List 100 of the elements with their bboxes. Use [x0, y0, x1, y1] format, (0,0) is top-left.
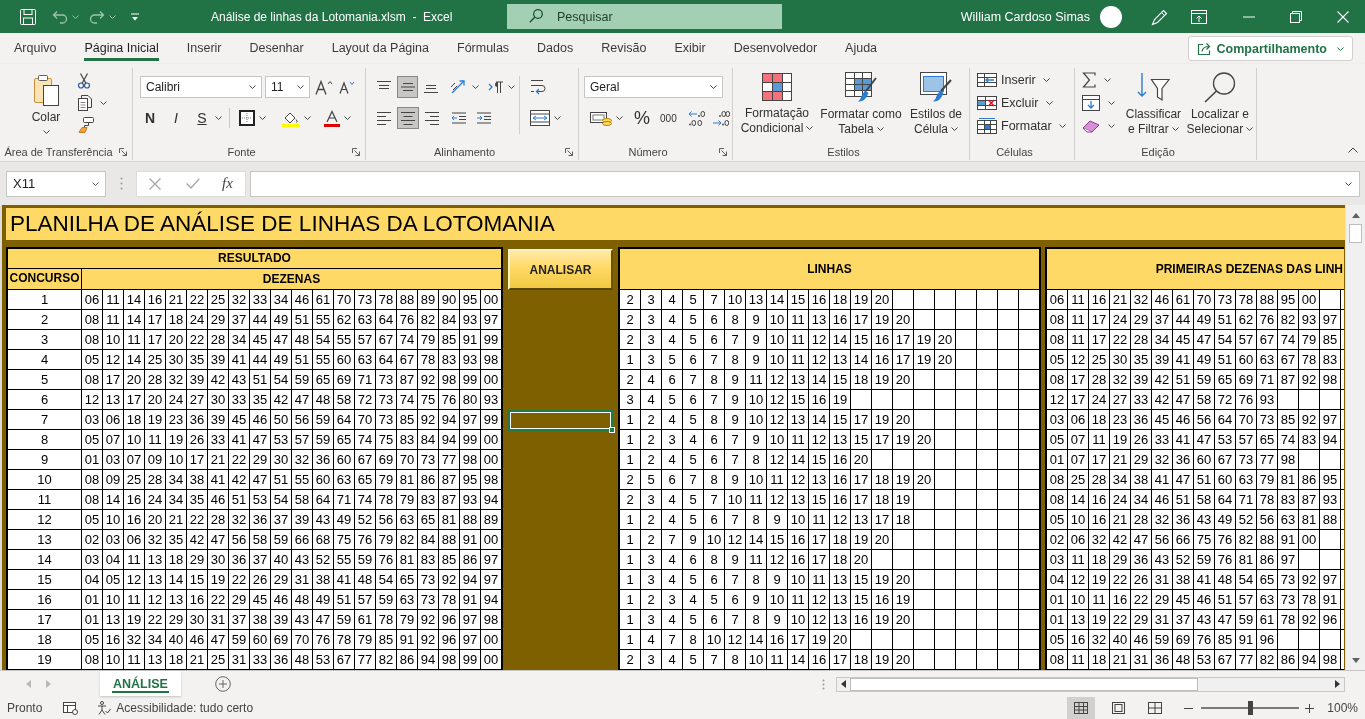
- insert-function-button[interactable]: fx: [222, 175, 233, 192]
- caret-icon[interactable]: [344, 116, 351, 120]
- caret-icon[interactable]: [215, 116, 222, 120]
- pen-icon[interactable]: [1151, 7, 1169, 26]
- font-color-icon[interactable]: [324, 109, 340, 127]
- orientation-icon[interactable]: [450, 79, 468, 95]
- caret-icon[interactable]: [508, 85, 515, 89]
- caret-icon[interactable]: [472, 85, 479, 89]
- copy-icon[interactable]: [78, 95, 92, 111]
- conditional-formatting-button[interactable]: Formatação Condicional: [737, 68, 817, 138]
- find-select-button[interactable]: Localizar e Selecionar: [1183, 68, 1256, 138]
- italic-button[interactable]: I: [166, 107, 186, 129]
- horizontal-scrollbar[interactable]: [836, 676, 1345, 692]
- caret-icon[interactable]: [100, 101, 107, 105]
- bar-caret-icon[interactable]: [130, 12, 140, 21]
- delete-button[interactable]: Excluir: [977, 91, 1074, 114]
- ribbon-tab[interactable]: Desenvolvedor: [728, 35, 823, 62]
- redo-icon[interactable]: [89, 9, 105, 24]
- caret-icon[interactable]: [710, 85, 717, 89]
- align-center-button[interactable]: [397, 107, 419, 129]
- increase-indent-icon[interactable]: [476, 112, 492, 124]
- scroll-thumb[interactable]: [850, 677, 1198, 691]
- dialog-launcher-icon[interactable]: [565, 148, 573, 156]
- caret-icon[interactable]: [1246, 127, 1254, 132]
- format-button[interactable]: Formatar: [977, 114, 1074, 137]
- sheet-tab[interactable]: ANÁLISE: [100, 671, 181, 696]
- search-field[interactable]: Pesquisar: [507, 4, 782, 29]
- vertical-scrollbar[interactable]: [1345, 205, 1365, 670]
- ribbon-tab[interactable]: Desenhar: [244, 35, 309, 62]
- add-sheet-icon[interactable]: [214, 676, 231, 692]
- ribbon-tab[interactable]: Fórmulas: [452, 35, 515, 62]
- ribbon-tab[interactable]: Layout da Página: [326, 35, 434, 62]
- font-size-dropdown[interactable]: 11: [265, 76, 310, 98]
- increase-decimal-icon[interactable]: [687, 110, 706, 126]
- caret-icon[interactable]: [806, 126, 814, 131]
- check-icon[interactable]: [186, 178, 200, 189]
- fill-down-icon[interactable]: [1082, 94, 1100, 111]
- dialog-launcher-icon[interactable]: [119, 148, 127, 156]
- dialog-launcher-icon[interactable]: [719, 148, 727, 156]
- money-icon[interactable]: [590, 110, 612, 126]
- name-box[interactable]: X11: [6, 170, 106, 197]
- caret-icon[interactable]: [92, 181, 99, 186]
- caret-icon[interactable]: [297, 85, 304, 89]
- ribbon-tab[interactable]: Dados: [532, 35, 579, 62]
- fill-handle[interactable]: [609, 427, 615, 433]
- sum-icon[interactable]: [1082, 71, 1096, 88]
- ribbon-tab[interactable]: Arquivo: [9, 35, 62, 62]
- down-arrow-icon[interactable]: [1351, 658, 1360, 663]
- caret-icon[interactable]: [1337, 46, 1344, 51]
- borders-icon[interactable]: [239, 110, 255, 126]
- dialog-launcher-icon[interactable]: [352, 148, 360, 156]
- caret-icon[interactable]: [1104, 77, 1111, 82]
- up-arrow-icon[interactable]: [1351, 213, 1360, 218]
- decrease-indent-icon[interactable]: [451, 112, 467, 124]
- right-arrow-icon[interactable]: [1335, 680, 1340, 688]
- dots-icon[interactable]: [120, 177, 123, 190]
- underline-button[interactable]: S: [192, 107, 212, 129]
- close-icon[interactable]: [1337, 10, 1349, 23]
- sheet-record-icon[interactable]: [63, 701, 79, 715]
- scroll-thumb[interactable]: [1349, 224, 1362, 243]
- slider-thumb[interactable]: [1248, 701, 1254, 715]
- selected-cell[interactable]: [508, 410, 613, 431]
- analyze-button[interactable]: ANALISAR: [508, 249, 613, 290]
- caret-icon[interactable]: [1042, 77, 1050, 82]
- caret-icon[interactable]: [1108, 100, 1115, 105]
- formula-field[interactable]: [250, 170, 1360, 197]
- scissors-icon[interactable]: [78, 73, 90, 89]
- minimize-icon[interactable]: [1243, 15, 1255, 18]
- caret-icon[interactable]: [249, 85, 256, 89]
- ribbon-tab[interactable]: Inserir: [181, 35, 227, 62]
- avatar[interactable]: [1100, 5, 1122, 28]
- caret-icon[interactable]: [1171, 127, 1179, 132]
- caret-icon[interactable]: [616, 116, 623, 120]
- accessibility-button[interactable]: Acessibilidade: tudo certo: [97, 701, 254, 715]
- paste-button[interactable]: Colar: [20, 68, 72, 138]
- thousands-button[interactable]: 000: [657, 107, 680, 129]
- number-format-dropdown[interactable]: Geral: [584, 76, 723, 98]
- percent-button[interactable]: %: [631, 107, 653, 129]
- sort-filter-button[interactable]: Classificar e Filtrar: [1123, 68, 1184, 138]
- view-button[interactable]: [1067, 697, 1096, 719]
- caret-icon[interactable]: [42, 130, 50, 134]
- cell-styles-button[interactable]: Estilos de Célula: [905, 68, 967, 138]
- align-middle-button[interactable]: [396, 76, 419, 98]
- ribbon-tab[interactable]: Exibir: [669, 35, 711, 62]
- caret-icon[interactable]: [951, 127, 958, 132]
- caret-icon[interactable]: [554, 116, 561, 120]
- left-arrow-icon[interactable]: [841, 680, 846, 688]
- save-icon[interactable]: [20, 8, 36, 25]
- bold-button[interactable]: N: [140, 107, 160, 129]
- wrap-text-icon[interactable]: [530, 78, 548, 96]
- paintbrush-icon[interactable]: [78, 117, 94, 133]
- dots-icon[interactable]: [822, 678, 825, 690]
- ribbon-tab[interactable]: Ajuda: [840, 35, 883, 62]
- paragraph-direction-icon[interactable]: [488, 80, 504, 94]
- caret-icon[interactable]: [1108, 123, 1115, 128]
- caret-icon[interactable]: [1345, 181, 1352, 186]
- ribbon-tab[interactable]: Página Inicial: [79, 35, 164, 62]
- caret-icon[interactable]: [304, 116, 311, 120]
- restore-icon[interactable]: [1290, 10, 1302, 23]
- zoom-in-icon[interactable]: [1305, 703, 1315, 713]
